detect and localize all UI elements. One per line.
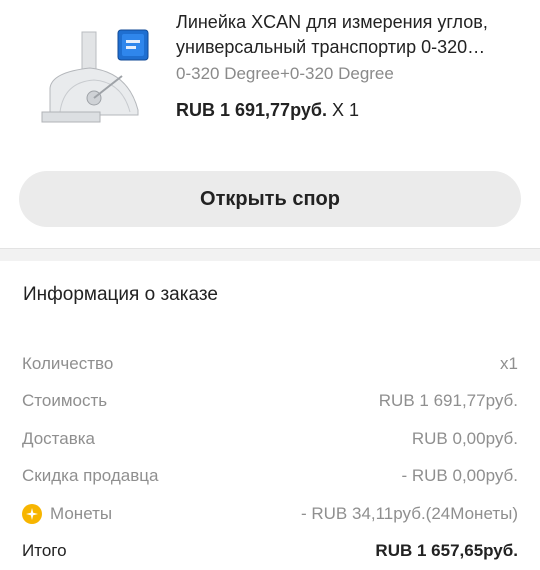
protractor-ruler-product-image	[41, 29, 149, 123]
product-image[interactable]	[30, 20, 155, 135]
price-row: RUB 1 691,77руб. X 1	[176, 100, 526, 121]
row-value: - RUB 34,11руб.(24Монеты)	[300, 503, 518, 523]
row-cost: Стоимость RUB 1 691,77руб.	[22, 383, 518, 421]
total-label: Итого	[22, 541, 67, 561]
row-label: Стоимость	[22, 391, 108, 411]
order-info-title: Информация о заказе	[23, 284, 218, 305]
row-quantity: Количество x1	[22, 345, 518, 383]
coin-icon	[22, 503, 42, 524]
row-label: Монеты	[50, 503, 113, 523]
row-label: Скидка продавца	[22, 466, 159, 486]
section-divider	[0, 248, 540, 261]
row-coins: Монеты - RUB 34,11руб.(24Монеты)	[22, 495, 518, 533]
product-price: RUB 1 691,77руб.	[176, 100, 327, 120]
row-seller-discount: Скидка продавца - RUB 0,00руб.	[22, 458, 518, 496]
row-label: Доставка	[22, 428, 96, 448]
product-variant: 0-320 Degree+0-320 Degree	[176, 64, 394, 83]
row-shipping: Доставка RUB 0,00руб.	[22, 420, 518, 458]
order-info-list: Количество x1 Стоимость RUB 1 691,77руб.…	[22, 345, 518, 570]
row-total: Итого RUB 1 657,65руб.	[22, 533, 518, 570]
product-title[interactable]: Линейка XCAN для измерения углов, универ…	[176, 10, 526, 60]
row-value: - RUB 0,00руб.	[401, 466, 518, 486]
row-label: Количество	[22, 353, 114, 373]
row-value: RUB 1 691,77руб.	[378, 391, 518, 411]
row-value: RUB 0,00руб.	[411, 428, 518, 448]
open-dispute-button[interactable]: Открыть спор	[19, 171, 521, 227]
row-value: x1	[500, 353, 518, 373]
total-value: RUB 1 657,65руб.	[375, 541, 518, 561]
product-quantity: X 1	[331, 100, 359, 120]
product-info: Линейка XCAN для измерения углов, универ…	[176, 10, 526, 121]
coins-label-group: Монеты	[22, 503, 113, 524]
